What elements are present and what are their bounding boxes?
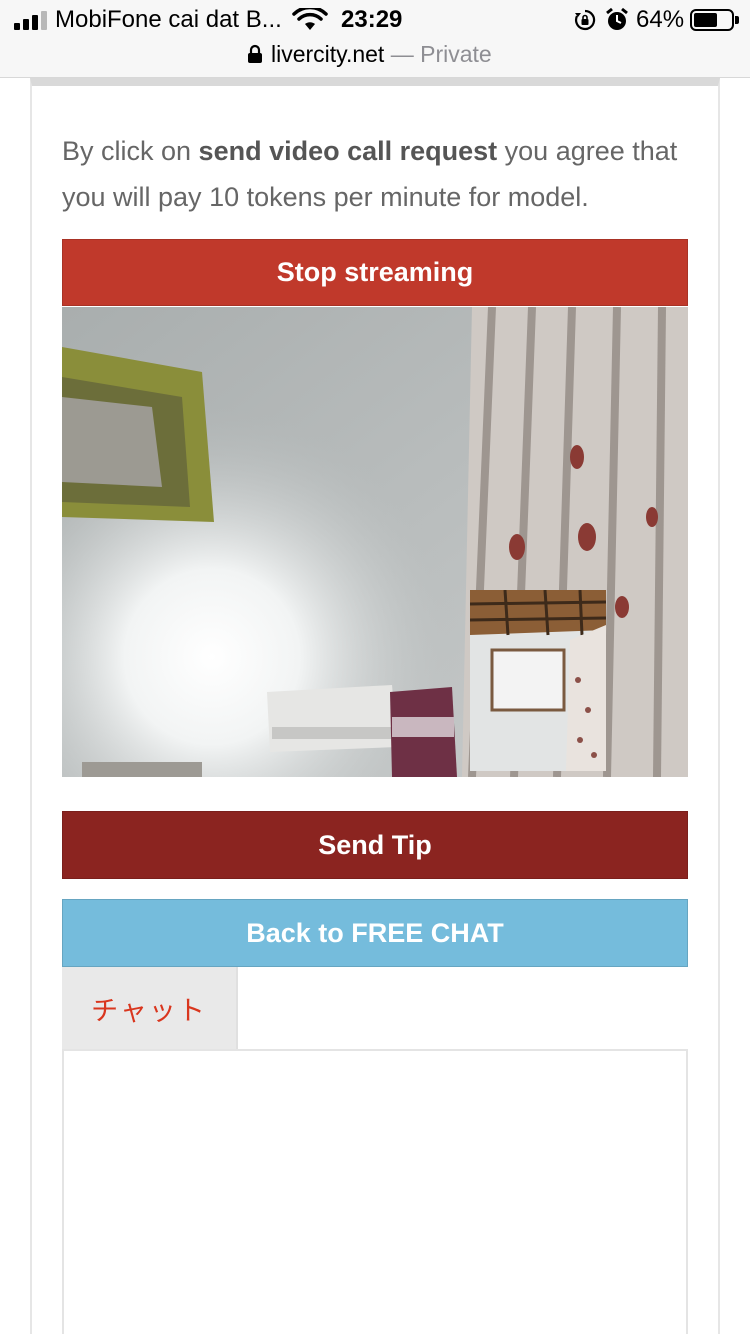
signal-icon <box>14 10 48 30</box>
wifi-icon <box>292 8 328 30</box>
status-bar: MobiFone cai dat B... 23:29 64% <box>0 0 750 40</box>
status-time: 23:29 <box>341 6 403 33</box>
battery-percent: 64% <box>636 6 685 33</box>
url-domain: livercity.net <box>271 41 385 67</box>
url-bar[interactable]: livercity.net — Private <box>0 40 750 78</box>
url-text[interactable]: livercity.net — Private <box>271 41 492 68</box>
payment-notice: By click on send video call request you … <box>62 128 702 220</box>
video-stream <box>62 307 688 777</box>
chat-messages-panel <box>62 1049 688 1334</box>
url-separator: — <box>384 41 421 67</box>
back-to-free-chat-button[interactable]: Back to FREE CHAT <box>62 899 688 967</box>
rotation-lock-icon <box>574 9 596 31</box>
stop-streaming-button[interactable]: Stop streaming <box>62 239 688 306</box>
notice-bold: send video call request <box>198 136 498 166</box>
url-private-label: Private <box>420 41 492 67</box>
carrier-name: MobiFone cai dat B... <box>55 6 282 33</box>
lock-icon <box>248 44 262 63</box>
send-tip-button[interactable]: Send Tip <box>62 811 688 879</box>
self-view-frame <box>470 590 606 771</box>
notice-prefix: By click on <box>62 136 199 166</box>
battery-icon <box>690 9 739 31</box>
self-view-thumbnail[interactable] <box>470 590 606 771</box>
tab-chat[interactable]: チャット <box>62 967 238 1050</box>
alarm-icon <box>606 7 628 30</box>
